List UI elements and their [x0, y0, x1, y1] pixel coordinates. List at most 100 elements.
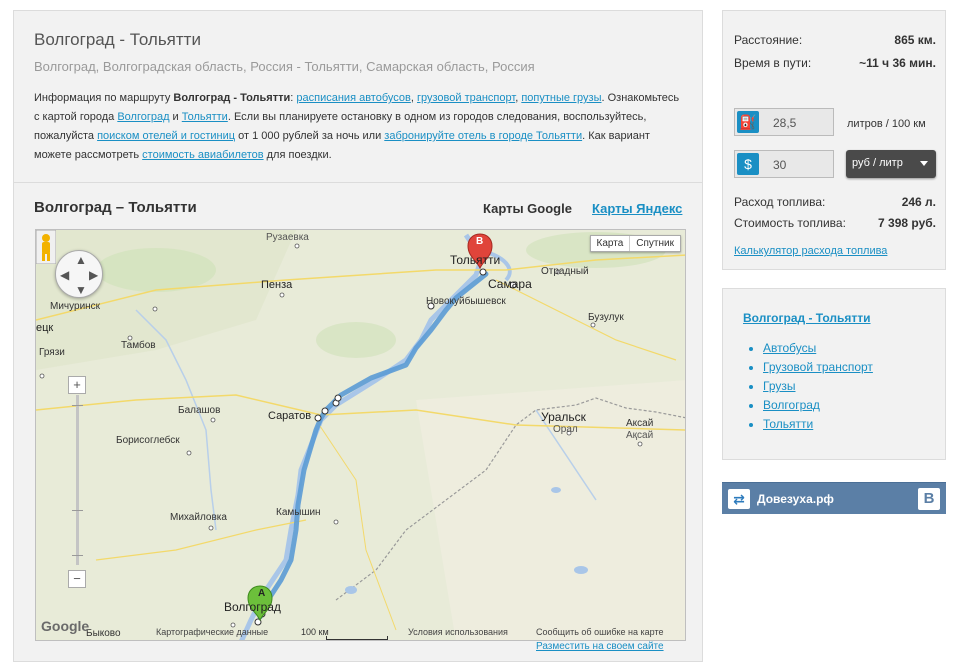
zoom-tick [72, 555, 83, 556]
fuel-price-input[interactable]: $ 30 [734, 150, 834, 178]
bus-schedule-link[interactable]: расписания автобусов [296, 92, 410, 104]
vk-logo-icon[interactable]: В [918, 488, 940, 510]
terms-of-use-link[interactable]: Условия использования [408, 627, 508, 637]
map-label-kamyshin: Камышин [276, 507, 321, 518]
fuel-used-label: Расход топлива: [734, 195, 826, 209]
map-scale-bar [326, 636, 388, 640]
fuel-calculator-link[interactable]: Калькулятор расхода топлива [734, 245, 887, 257]
fuel-used-value: 246 л. [901, 195, 936, 209]
street-view-pegman-icon[interactable] [36, 230, 56, 264]
route-info: Волгоград - Тольятти Волгоград, Волгогра… [14, 11, 702, 183]
related-buses-link[interactable]: Автобусы [763, 341, 816, 355]
list-item: Грузовой транспорт [763, 358, 873, 377]
fuel-cost-row: Стоимость топлива: 7 398 руб. [734, 216, 936, 230]
map-label-bykovo: Быково [86, 628, 121, 639]
map-label-saratov: Саратов [268, 410, 312, 422]
tolyatti-map-link[interactable]: Тольятти [182, 111, 228, 123]
chevron-down-icon [920, 161, 928, 166]
google-maps-tab[interactable]: Карты Google [483, 201, 572, 216]
map-label-uralsk: Уральск [541, 410, 586, 424]
currency-select-value: руб / литр [852, 157, 903, 169]
report-map-error-link[interactable]: Сообщить об ошибке на карте [536, 627, 663, 637]
info-text: от 1 000 рублей за ночь или [235, 130, 385, 142]
list-item: Автобусы [763, 339, 873, 358]
yandex-maps-tab[interactable]: Карты Яндекс [592, 201, 682, 216]
freight-link[interactable]: попутные грузы [521, 92, 601, 104]
currency-select[interactable]: руб / литр [846, 150, 936, 178]
map-label-aksay-kz: Ақсай [626, 430, 654, 441]
google-logo: Google [41, 618, 90, 634]
map-label-otradny: Отрадный [541, 266, 589, 277]
pan-left-icon[interactable]: ◀ [60, 269, 69, 281]
consumption-unit: литров / 100 км [847, 118, 926, 130]
fuel-pump-icon: ⛽ [737, 111, 759, 133]
map-label-oral: Орал [553, 424, 578, 435]
vk-widget[interactable]: ⇄ Довезуха.рф В [722, 482, 946, 514]
related-freight-link[interactable]: Грузы [763, 379, 796, 393]
pan-down-icon[interactable]: ▼ [75, 284, 87, 296]
airfare-link[interactable]: стоимость авиабилетов [142, 149, 263, 161]
distance-value: 865 км. [894, 33, 936, 47]
zoom-tick [72, 510, 83, 511]
related-tolyatti-link[interactable]: Тольятти [763, 417, 813, 431]
route-description: Информация по маршруту Волгоград - Толья… [34, 89, 684, 165]
fuel-calculator: Расстояние: 865 км. Время в пути: ~11 ч … [722, 10, 946, 270]
list-item: Тольятти [763, 415, 873, 434]
travel-time-row: Время в пути: ~11 ч 36 мин. [734, 56, 936, 70]
embed-map-link[interactable]: Разместить на своем сайте [536, 641, 664, 652]
map-label-samara: Самара [488, 277, 532, 291]
related-links-list: Автобусы Грузовой транспорт Грузы Волгог… [763, 339, 873, 434]
map-type-control: Карта Спутник [589, 235, 681, 252]
related-route-link[interactable]: Волгоград - Тольятти [743, 311, 871, 325]
info-text: Информация по маршруту [34, 92, 174, 104]
map-label-gryazi: Грязи [39, 347, 65, 358]
list-item: Грузы [763, 377, 873, 396]
map-type-satellite-button[interactable]: Спутник [630, 236, 680, 251]
info-text: и [169, 111, 182, 123]
pan-up-icon[interactable]: ▲ [75, 254, 87, 266]
travel-time-value: ~11 ч 36 мин. [859, 56, 936, 70]
map-label-tsk: ецк [36, 322, 54, 334]
travel-time-label: Время в пути: [734, 56, 812, 70]
map-label-ruzaevka: Рузаевка [266, 232, 309, 243]
map-label-volgograd: Волгоград [224, 600, 281, 614]
cargo-transport-link[interactable]: грузовой транспорт [417, 92, 515, 104]
map-label-aksay: Аксай [626, 418, 654, 429]
fuel-cost-label: Стоимость топлива: [734, 216, 846, 230]
marker-b-label[interactable]: B [476, 236, 483, 247]
map-attribution: Картографические данные [156, 627, 269, 637]
consumption-input[interactable]: ⛽ 28,5 [734, 108, 834, 136]
marker-a-label[interactable]: A [258, 588, 265, 599]
route-map[interactable]: A B Рузаевка Пенза Мичуринск ецк Тамбов … [35, 229, 686, 641]
map-label-tolyatti: Тольятти [450, 253, 501, 267]
map-label-balashov: Балашов [178, 405, 221, 416]
info-text: для поездки. [263, 149, 332, 161]
volgograd-map-link[interactable]: Волгоград [117, 111, 169, 123]
map-label-tambov: Тамбов [121, 340, 156, 351]
map-label-michurinsk: Мичуринск [50, 301, 101, 312]
pan-right-icon[interactable]: ▶ [89, 269, 98, 281]
zoom-slider-track[interactable] [76, 395, 79, 565]
map-scale-label: 100 км [301, 627, 329, 637]
fuel-cost-value: 7 398 руб. [878, 216, 936, 230]
vk-group-name[interactable]: Довезуха.рф [757, 492, 834, 506]
map-type-map-button[interactable]: Карта [591, 236, 631, 251]
distance-label: Расстояние: [734, 33, 803, 47]
hotel-search-link[interactable]: поиском отелей и гостиниц [97, 130, 235, 142]
map-label-novokuybyshevsk: Новокуйбышевск [426, 296, 506, 307]
zoom-out-button[interactable]: − [68, 570, 86, 588]
fuel-price-value[interactable]: 30 [773, 158, 786, 172]
related-volgograd-link[interactable]: Волгоград [763, 398, 820, 412]
map-label-mikhaylovka: Михайловка [170, 512, 227, 523]
consumption-value[interactable]: 28,5 [773, 116, 796, 130]
related-cargo-link[interactable]: Грузовой транспорт [763, 360, 873, 374]
zoom-tick [72, 405, 83, 406]
book-hotel-link[interactable]: забронируйте отель в городе Тольятти [384, 130, 582, 142]
page-title: Волгоград - Тольятти [34, 30, 201, 49]
info-route-bold: Волгоград - Тольятти [173, 92, 291, 104]
map-title: Волгоград – Тольятти [34, 199, 197, 216]
pan-control[interactable]: ▲ ▼ ◀ ▶ [55, 250, 103, 298]
zoom-in-button[interactable]: + [68, 376, 86, 394]
dovezukha-logo-icon: ⇄ [728, 489, 750, 509]
map-label-buzuluk: Бузулук [588, 312, 624, 323]
